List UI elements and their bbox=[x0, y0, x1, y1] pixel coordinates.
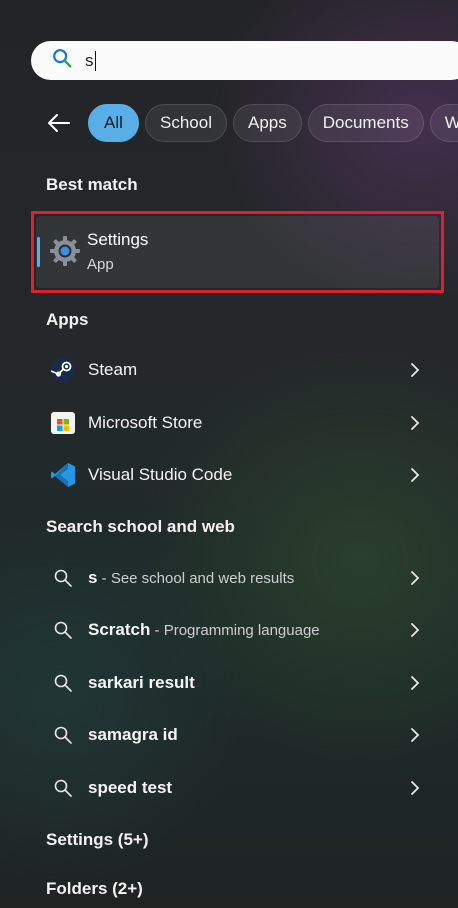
chevron-right-icon bbox=[411, 571, 420, 585]
best-match-subtitle: App bbox=[87, 256, 114, 273]
best-match-title: Settings bbox=[87, 230, 149, 249]
chevron-right-icon bbox=[411, 676, 420, 690]
web-result-label: samagra id bbox=[88, 725, 178, 744]
search-input[interactable]: s bbox=[85, 46, 385, 76]
tab-apps[interactable]: Apps bbox=[232, 103, 302, 142]
back-arrow-icon bbox=[48, 113, 70, 132]
chevron-right-icon bbox=[411, 468, 420, 482]
web-search-heading: Search school and web bbox=[46, 517, 235, 536]
tab-documents[interactable]: Documents bbox=[307, 103, 424, 142]
app-label: Visual Studio Code bbox=[88, 465, 233, 484]
app-item-steam[interactable]: Steam bbox=[38, 346, 422, 394]
apps-heading: Apps bbox=[46, 310, 89, 329]
filter-row: All School Apps Documents W bbox=[46, 103, 458, 142]
settings-section-heading[interactable]: Settings (5+) bbox=[46, 830, 149, 850]
tab-more[interactable]: W bbox=[429, 103, 458, 142]
web-result-label: speed test bbox=[88, 778, 173, 797]
text-caret bbox=[94, 50, 96, 71]
app-label: Microsoft Store bbox=[88, 413, 203, 432]
search-icon bbox=[50, 775, 76, 801]
search-icon bbox=[50, 565, 76, 591]
folders-section-heading[interactable]: Folders (2+) bbox=[46, 879, 143, 899]
chevron-right-icon bbox=[411, 416, 420, 430]
search-icon bbox=[51, 47, 73, 74]
app-item-microsoft-store[interactable]: Microsoft Store bbox=[38, 399, 422, 447]
app-item-visual-studio-code[interactable]: Visual Studio Code bbox=[38, 451, 422, 499]
web-result-label: s - See school and web results bbox=[88, 568, 295, 587]
web-result-item[interactable]: speed test bbox=[38, 764, 422, 812]
web-result-item[interactable]: sarkari result bbox=[38, 659, 422, 707]
vscode-icon bbox=[50, 462, 76, 488]
app-label: Steam bbox=[88, 360, 138, 379]
web-result-label: sarkari result bbox=[88, 673, 195, 692]
chevron-right-icon bbox=[411, 781, 420, 795]
best-match-card bbox=[36, 216, 439, 288]
best-match-heading: Best match bbox=[46, 175, 138, 194]
microsoft-store-icon bbox=[50, 410, 76, 436]
search-bar[interactable]: s bbox=[31, 41, 458, 80]
tab-all[interactable]: All bbox=[88, 103, 139, 142]
chevron-right-icon bbox=[411, 363, 420, 377]
search-icon bbox=[50, 670, 76, 696]
best-match-result[interactable]: Settings App bbox=[31, 211, 444, 293]
selection-indicator bbox=[37, 237, 40, 267]
settings-gear-icon bbox=[50, 236, 80, 266]
web-result-label: Scratch - Programming language bbox=[88, 620, 320, 639]
tab-school[interactable]: School bbox=[145, 103, 227, 142]
steam-icon bbox=[50, 357, 76, 383]
search-icon bbox=[50, 617, 76, 643]
web-result-item[interactable]: s - See school and web results bbox=[38, 554, 422, 602]
web-result-item[interactable]: Scratch - Programming language bbox=[38, 606, 422, 654]
chevron-right-icon bbox=[411, 623, 420, 637]
search-icon bbox=[50, 722, 76, 748]
chevron-right-icon bbox=[411, 728, 420, 742]
back-button[interactable] bbox=[46, 103, 76, 142]
web-result-item[interactable]: samagra id bbox=[38, 711, 422, 759]
search-query: s bbox=[85, 50, 94, 70]
